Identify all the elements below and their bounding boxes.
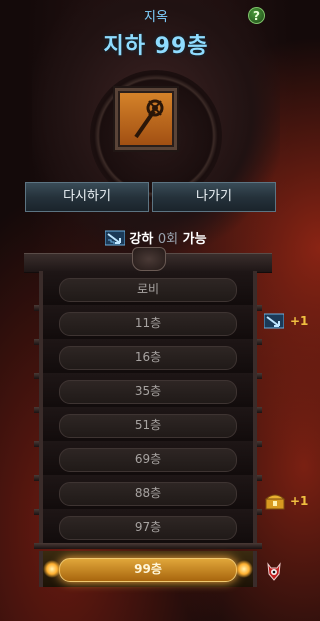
enhance-prefix: 강하 [129,232,154,247]
exit-button[interactable]: 나가기 [152,182,276,212]
floor-row-11[interactable]: 11층 [39,305,257,341]
treasure-chest-icon [264,493,286,515]
floor-label: 99층 [59,558,237,582]
floor-row-97[interactable]: 97층 [39,509,257,545]
floor-row-51[interactable]: 51층 [39,407,257,443]
floor-label: 97층 [59,516,237,540]
floor-label: 35층 [59,380,237,404]
bonus-count: +1 [290,314,309,328]
dungeon-category: 지옥 [144,10,168,25]
floor-title: 지하 99층 [103,34,209,59]
demon-marker-icon [266,562,282,586]
floor-row-lobby[interactable]: 로비 [39,271,257,307]
divider [34,543,262,549]
stairs-down-icon [104,230,126,250]
demon-crest-icon [132,247,166,271]
floor-row-88[interactable]: 88층 [39,475,257,511]
retry-button[interactable]: 다시하기 [25,182,149,212]
floor-row-99-current[interactable]: 99층 [39,551,257,587]
floor-row-16[interactable]: 16층 [39,339,257,375]
floor-row-69[interactable]: 69층 [39,441,257,477]
staff-icon [134,99,164,139]
floor-label: 69층 [59,448,237,472]
bonus-count: +1 [290,494,309,508]
floor-label: 11층 [59,312,237,336]
floor-row-35[interactable]: 35층 [39,373,257,409]
floor-label: 16층 [59,346,237,370]
glow-left [43,560,61,578]
enhance-suffix: 가능 [182,232,207,247]
floor-label: 로비 [59,278,237,302]
floor-list: 로비 11층 16층 35층 51층 69층 88층 97층 99층 [24,247,272,593]
help-button[interactable]: ? [248,7,265,24]
reward-item-slot[interactable] [115,88,177,150]
floor-label: 51층 [59,414,237,438]
stairs-down-icon [263,313,285,333]
glow-right [235,560,253,578]
floor-label: 88층 [59,482,237,506]
enhance-count: 0회 [157,232,179,247]
